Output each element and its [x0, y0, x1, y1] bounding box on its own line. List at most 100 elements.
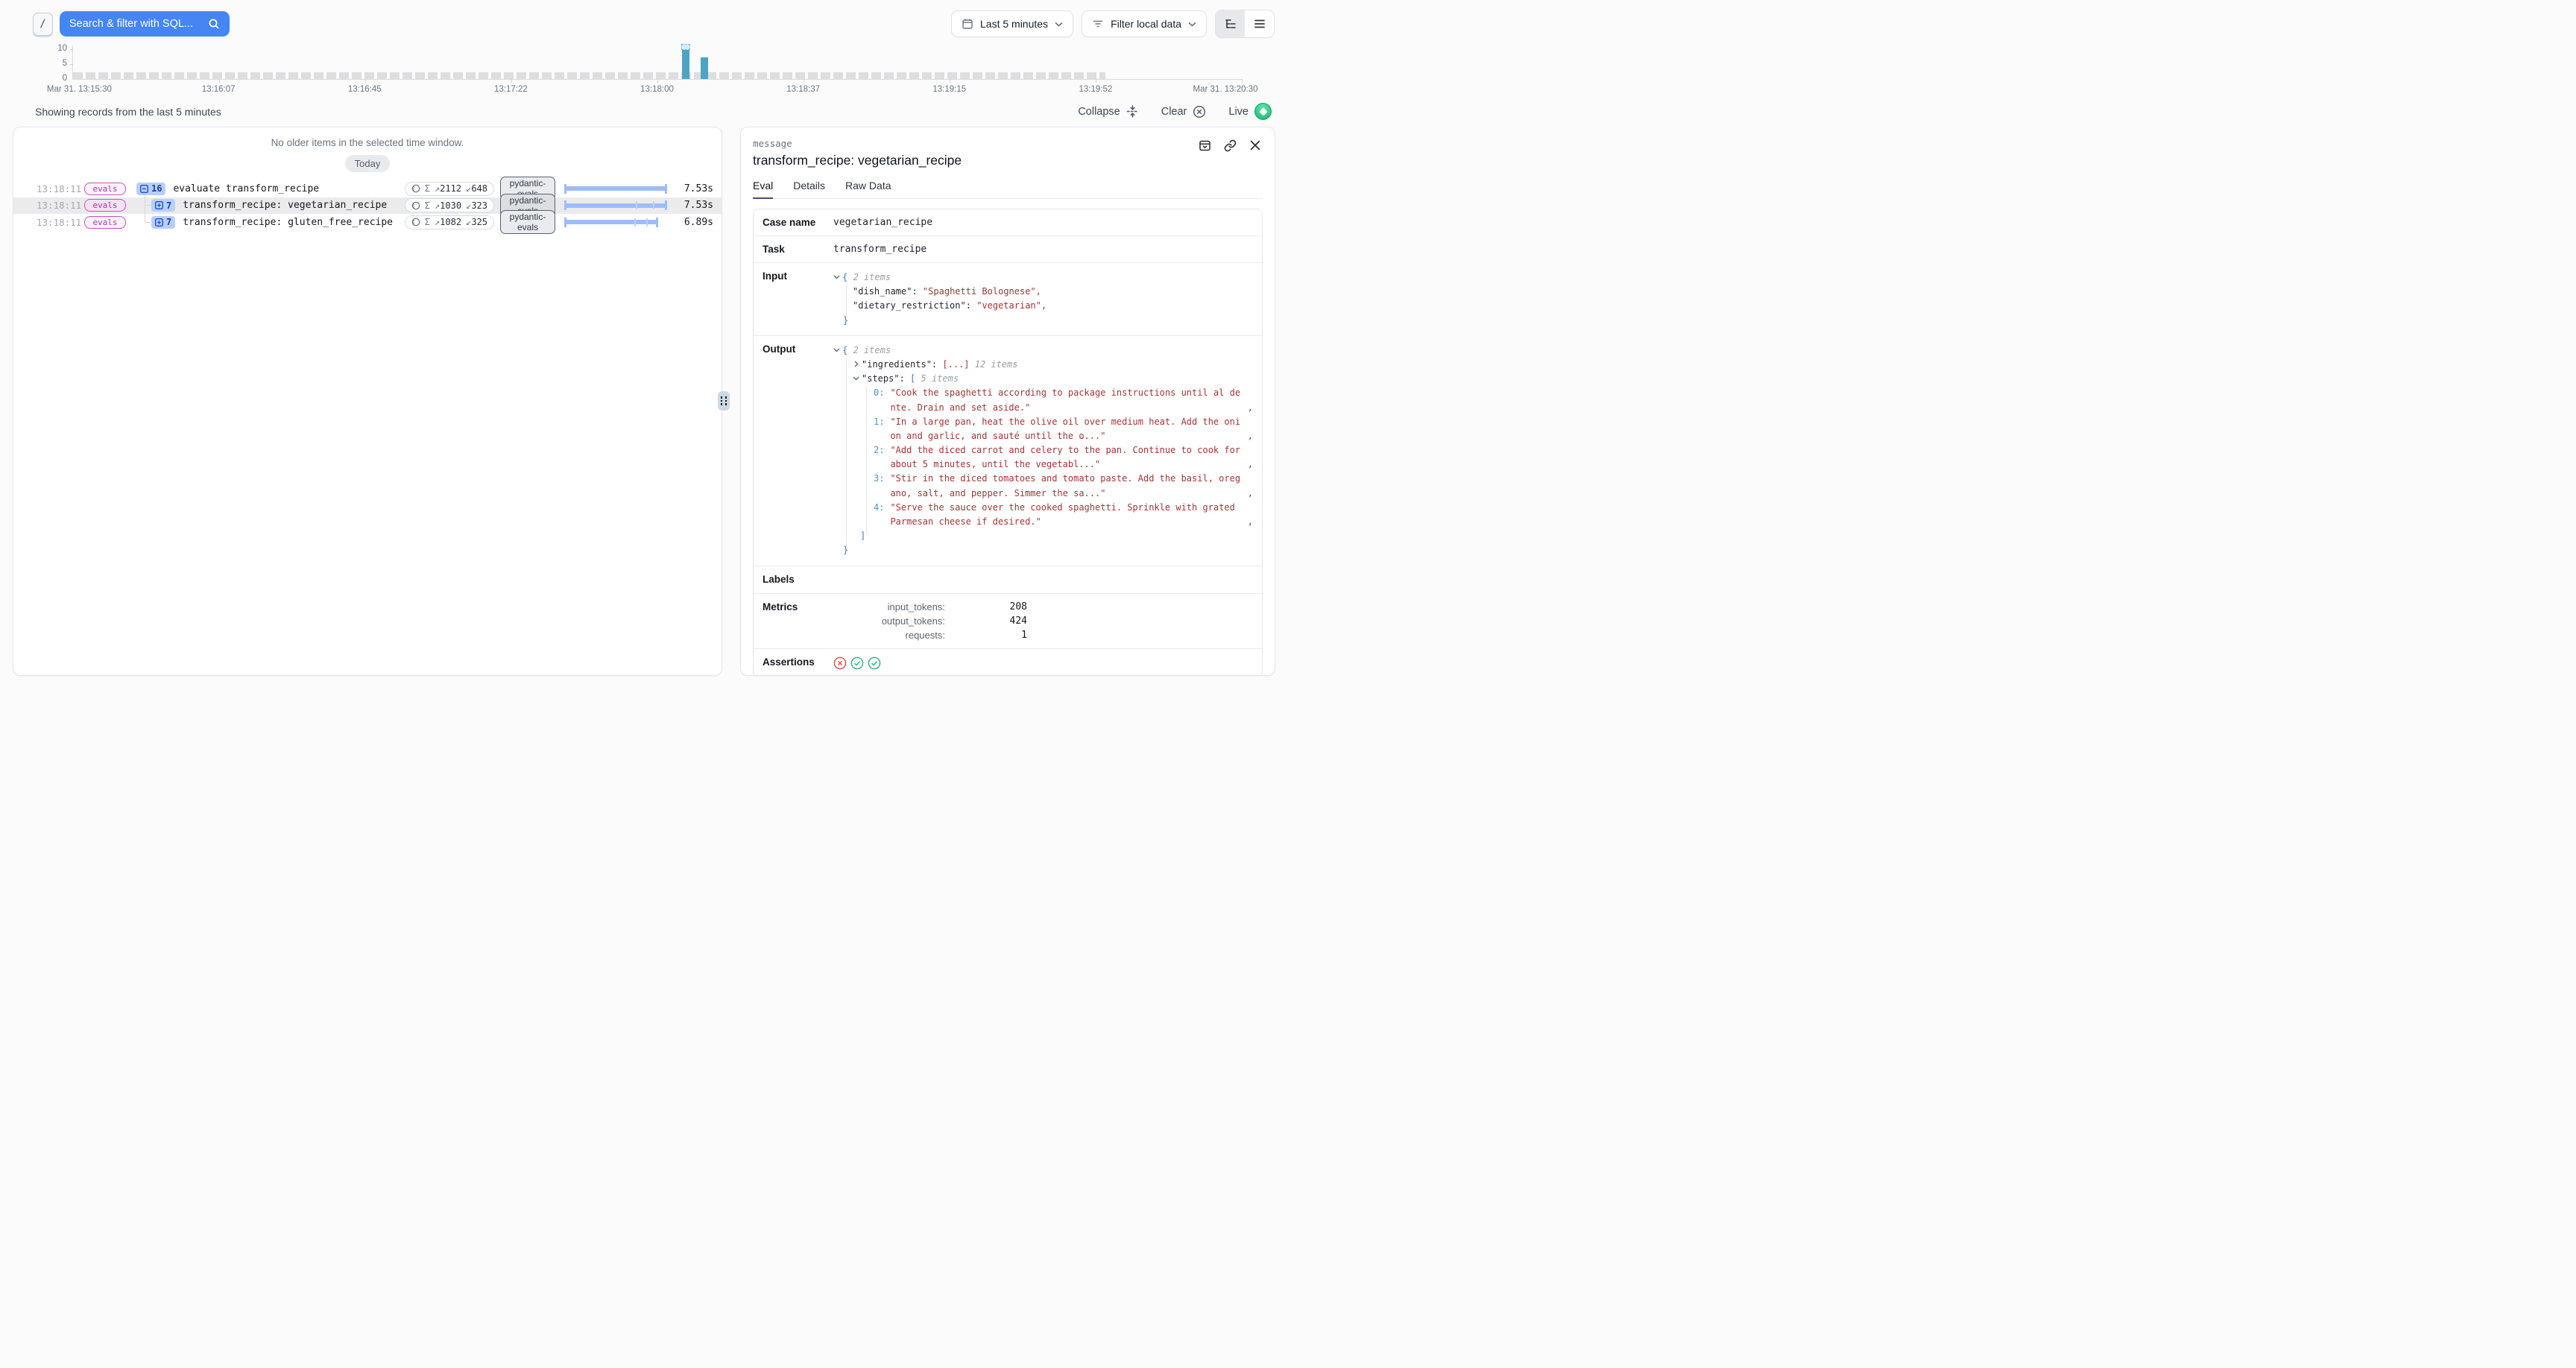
step-item: 4: "Serve the sauce over the cooked spag…	[833, 501, 1253, 529]
filter-label: Filter local data	[1111, 18, 1181, 30]
input-json-tree: { 2 items "dish_name": "Spaghetti Bologn…	[833, 270, 1253, 328]
collapse-span-chip[interactable]: 16	[136, 183, 165, 195]
tab-raw-data[interactable]: Raw Data	[845, 180, 891, 198]
coin-icon	[411, 184, 420, 193]
filter-icon	[1092, 18, 1104, 30]
x-tick: 13:16:45	[348, 85, 382, 94]
tab-details[interactable]: Details	[793, 180, 825, 198]
x-tick: 13:18:00	[640, 85, 674, 94]
evals-tag-badge: evals	[84, 199, 126, 212]
x-tick: 13:19:52	[1079, 85, 1112, 94]
assertion-fail-icon[interactable]	[833, 656, 847, 670]
y-tick-10: 10	[57, 45, 67, 54]
sigma-icon: Σ	[425, 200, 430, 211]
task-value: transform_recipe	[833, 244, 926, 255]
child-count: 16	[151, 183, 162, 194]
task-label: Task	[763, 244, 833, 255]
labels-row: Labels	[754, 566, 1262, 594]
metrics-row: Metrics input_tokens: 208 output_tokens:…	[754, 594, 1262, 649]
expand-span-chip[interactable]: 7	[151, 199, 175, 212]
step-item: 3: "Stir in the diced tomatoes and tomat…	[833, 472, 1253, 500]
output-label: Output	[763, 343, 833, 558]
output-token-count: 648	[471, 183, 487, 194]
timeline-x-axis: Mar 31. 13:15:30 13:16:07 13:16:45 13:17…	[72, 83, 1242, 97]
sigma-icon: Σ	[425, 217, 430, 227]
timeline-plot[interactable]: 10 5 0	[72, 45, 1242, 80]
today-divider[interactable]: Today	[345, 155, 391, 172]
search-icon	[208, 18, 220, 30]
tab-eval[interactable]: Eval	[753, 180, 773, 199]
panel-resize-handle[interactable]	[718, 391, 730, 411]
timeline-empty-buckets	[73, 72, 1105, 79]
filter-local-data-dropdown[interactable]: Filter local data	[1082, 10, 1207, 37]
chevron-down-icon[interactable]	[833, 346, 840, 353]
coin-icon	[411, 218, 420, 227]
json-key: "steps"	[862, 373, 900, 384]
input-row: Input { 2 items "dish_name": "Spaghetti …	[754, 263, 1262, 336]
input-token-count: 1030	[440, 200, 461, 211]
chevron-down-icon	[1188, 22, 1196, 27]
link-icon[interactable]	[1224, 139, 1237, 152]
duration-bar	[564, 218, 667, 227]
token-usage-chip: Σ ↗2112 ↙648	[405, 182, 494, 196]
close-icon[interactable]	[1249, 139, 1261, 152]
chevron-down-icon[interactable]	[833, 273, 840, 280]
clear-button[interactable]: Clear	[1161, 105, 1207, 118]
span-detail-panel: message transform_recipe: vegetarian_rec…	[740, 127, 1275, 676]
metric-key: input_tokens:	[833, 601, 945, 612]
item-count: 2 items	[853, 272, 891, 282]
collapsed-array[interactable]: [...]	[942, 359, 969, 370]
input-label: Input	[763, 270, 833, 328]
input-token-count: 2112	[440, 183, 461, 194]
trace-row-evaluate-transform-recipe[interactable]: 13:18:11 evals 16 evaluate transform_rec…	[13, 180, 722, 197]
expand-span-chip[interactable]: 7	[151, 216, 175, 229]
metric-key: requests:	[833, 630, 945, 641]
step-item: 2: "Add the diced carrot and celery to t…	[833, 443, 1253, 472]
json-key: "dish_name"	[853, 286, 912, 297]
records-timeline-chart[interactable]: 10 5 0 Mar 31. 13:15:30 13:16:07 13:16:4…	[0, 45, 1288, 97]
labels-label: Labels	[763, 574, 833, 586]
collapse-button[interactable]: Collapse	[1078, 105, 1138, 118]
metric-value: 424	[945, 615, 1027, 627]
x-tick: 13:19:15	[932, 85, 966, 94]
clear-icon	[1193, 105, 1206, 118]
chevron-down-icon	[1055, 22, 1063, 27]
live-toggle[interactable]: Live	[1228, 103, 1272, 120]
top-bar: / Search & filter with SQL... Last 5 min…	[0, 0, 1288, 42]
assertion-pass-icon[interactable]	[868, 656, 881, 670]
search-placeholder: Search & filter with SQL...	[69, 18, 208, 30]
step-text: "Add the diced carrot and celery to the …	[890, 443, 1241, 472]
x-tick: 13:17:22	[494, 85, 528, 94]
metric-value: 1	[945, 630, 1027, 641]
task-row: Task transform_recipe	[754, 236, 1262, 263]
output-token-count: 325	[471, 217, 487, 227]
coin-icon	[411, 201, 420, 210]
time-range-dropdown[interactable]: Last 5 minutes	[951, 10, 1073, 37]
span-name: transform_recipe: gluten_free_recipe	[183, 217, 393, 228]
step-text: "In a large pan, heat the olive oil over…	[890, 415, 1241, 443]
list-view-button[interactable]	[1245, 10, 1274, 37]
live-indicator-icon	[1254, 103, 1272, 120]
trace-row-gluten-free-recipe[interactable]: 13:18:11 evals 7 transform_recipe: glute…	[13, 214, 722, 231]
json-value: "vegetarian"	[976, 300, 1041, 311]
minus-square-icon	[140, 185, 148, 193]
archive-icon[interactable]	[1199, 139, 1211, 152]
sigma-icon: Σ	[425, 183, 430, 194]
chevron-down-icon[interactable]	[853, 375, 859, 381]
child-count: 7	[166, 217, 171, 227]
duration-bar	[564, 200, 667, 210]
json-key: "dietary_restriction"	[853, 300, 966, 311]
x-tick: 13:18:37	[786, 85, 820, 94]
item-count: 12 items	[975, 359, 1018, 370]
trace-row-vegetarian-recipe[interactable]: 13:18:11 evals 7 transform_recipe: veget…	[13, 197, 722, 215]
assertion-results	[833, 656, 881, 670]
token-usage-chip: Σ ↗1030 ↙323	[405, 198, 494, 212]
search-input[interactable]: Search & filter with SQL...	[60, 11, 230, 37]
tree-view-button[interactable]	[1216, 10, 1245, 37]
x-tick: 13:16:07	[202, 85, 236, 94]
assertion-pass-icon[interactable]	[850, 656, 864, 670]
timeline-bar-2[interactable]	[701, 57, 708, 79]
chevron-right-icon[interactable]	[853, 361, 859, 367]
trace-time: 13:18:11	[37, 183, 72, 194]
timeline-bar-1[interactable]	[682, 49, 689, 79]
